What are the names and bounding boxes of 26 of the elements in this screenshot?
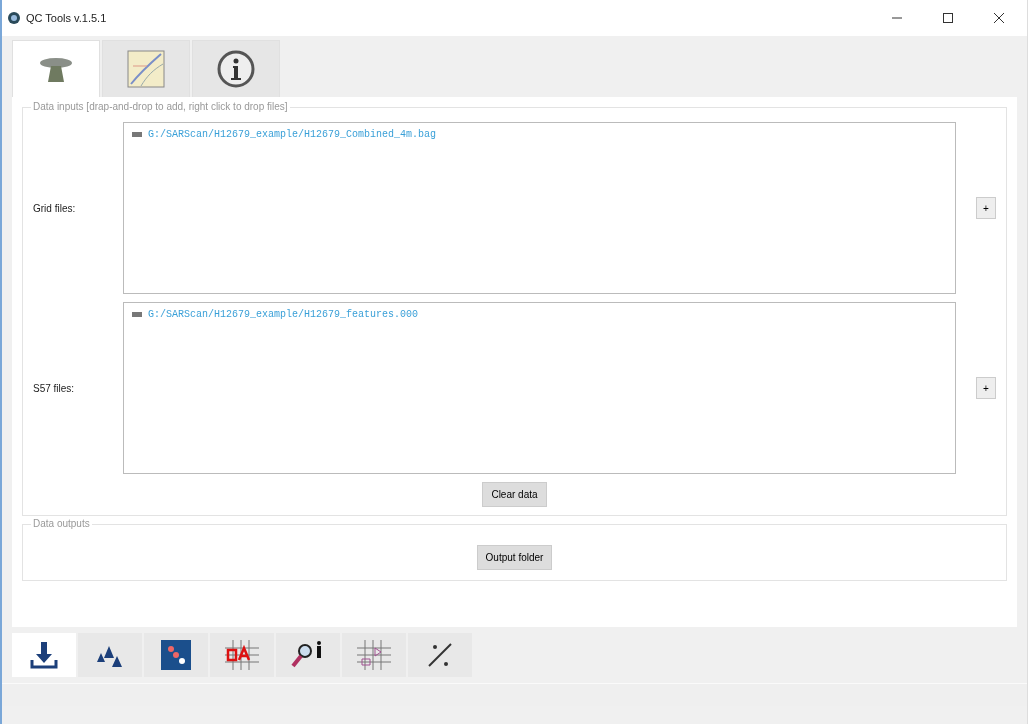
clear-data-button[interactable]: Clear data [482, 482, 547, 507]
field-label: S57 files: [33, 382, 76, 394]
tool-tab[interactable] [408, 633, 472, 677]
field-label: Grid files: [33, 202, 77, 214]
tool-tab[interactable] [192, 40, 280, 97]
add-button[interactable]: + [976, 377, 996, 399]
tool-tab[interactable] [78, 633, 142, 677]
download-icon [29, 640, 59, 670]
maximize-icon[interactable] [942, 13, 953, 23]
add-button[interactable]: + [976, 197, 996, 219]
file-icon [132, 312, 142, 317]
chart-map-icon [127, 50, 165, 88]
qa-grid-icon [225, 640, 259, 670]
window-title: QC Tools v.1.5.1 [26, 12, 108, 24]
tool-tab[interactable] [276, 633, 340, 677]
app-logo-icon [8, 12, 20, 24]
file-icon [132, 132, 142, 137]
tool-tab[interactable] [12, 633, 76, 677]
group-title: Data inputs [drap-and-drop to add, right click to drop files] [31, 101, 290, 112]
map-icon [161, 640, 191, 670]
output-folder-button[interactable]: Output folder [476, 545, 553, 570]
close-icon[interactable] [993, 13, 1004, 23]
grid-icon [357, 640, 391, 670]
tool-tab[interactable] [144, 633, 208, 677]
info-icon [217, 50, 255, 88]
group-title: Data outputs [31, 518, 92, 529]
